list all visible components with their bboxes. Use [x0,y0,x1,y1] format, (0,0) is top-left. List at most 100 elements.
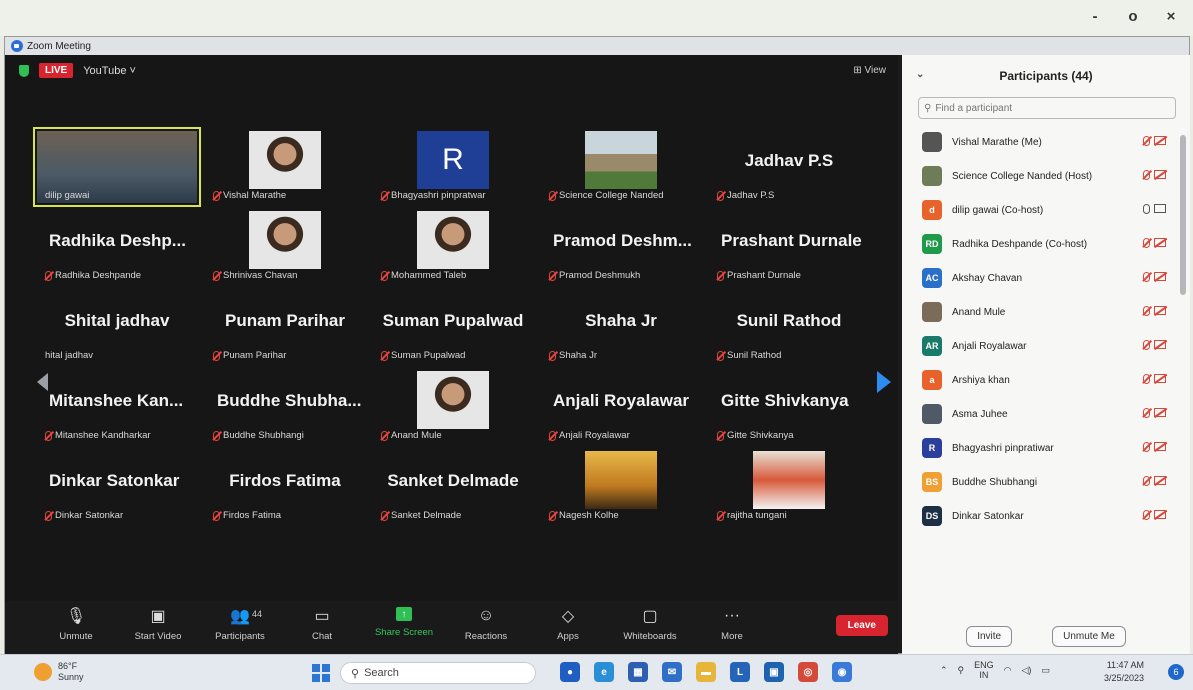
participants-button[interactable]: 👥 44 Participants [199,607,281,642]
language-indicator[interactable]: ENG IN [974,660,994,680]
video-tile[interactable]: Suman Pupalwad Suman Pupalwad [369,287,537,367]
video-tile[interactable]: Shaha Jr Shaha Jr [537,287,705,367]
video-tile[interactable]: Anjali Royalawar Anjali Royalawar [537,367,705,447]
video-tile[interactable]: Radhika Deshp... Radhika Deshpande [33,207,201,287]
video-tile[interactable]: Mohammed Taleb [369,207,537,287]
camera-off-icon[interactable] [1154,136,1166,145]
video-tile[interactable]: Buddhe Shubha... Buddhe Shubhangi [201,367,369,447]
participant-row[interactable]: Asma Juhee [922,397,1190,431]
video-tile[interactable]: Shrinivas Chavan [201,207,369,287]
notification-badge[interactable]: 6 [1168,664,1184,680]
camera-off-icon[interactable] [1154,306,1166,315]
chat-button[interactable]: ▭ Chat [281,607,363,642]
video-tile[interactable]: rajitha tungani [705,447,873,527]
windows-start-icon[interactable] [312,664,330,682]
chrome-app-icon[interactable]: ◎ [798,662,818,682]
whiteboards-button[interactable]: ▢ Whiteboards [609,607,691,642]
video-tile[interactable]: dilip gawai [33,127,201,207]
participant-row[interactable]: AR Anjali Royalawar [922,329,1190,363]
more-button[interactable]: ··· More [691,607,773,642]
camera-off-icon[interactable] [1154,510,1166,519]
edge-app-icon[interactable]: e [594,662,614,682]
previous-page-arrow-icon[interactable] [37,373,48,391]
app-l-app-icon[interactable]: L [730,662,750,682]
video-tile[interactable]: Nagesh Kolhe [537,447,705,527]
video-tile[interactable]: Science College Nanded [537,127,705,207]
camera-off-icon[interactable] [1154,340,1166,349]
camera-off-icon[interactable] [1154,238,1166,247]
participant-row[interactable]: Vishal Marathe (Me) [922,125,1190,159]
camera-off-icon[interactable] [1154,374,1166,383]
participant-row[interactable]: BS Buddhe Shubhangi [922,465,1190,499]
muted-mic-icon[interactable] [1143,408,1150,418]
maximize-button[interactable]: o [1125,8,1141,25]
participant-row[interactable]: a Arshiya khan [922,363,1190,397]
video-tile[interactable]: Jadhav P.S Jadhav P.S [705,127,873,207]
participant-row[interactable]: d dilip gawai (Co-host) [922,193,1190,227]
view-button[interactable]: ⊞ View [853,65,886,76]
tray-overflow-chevron-icon[interactable]: ⌃ [940,665,948,676]
explorer-app-icon[interactable]: ▬ [696,662,716,682]
store-app-icon[interactable]: ▦ [628,662,648,682]
participant-search-input[interactable] [935,102,1156,114]
muted-mic-icon[interactable] [1143,340,1150,350]
muted-mic-icon[interactable] [1143,238,1150,248]
camera-icon[interactable] [1154,204,1166,213]
muted-mic-icon[interactable] [1143,306,1150,316]
muted-mic-icon[interactable] [1143,374,1150,384]
mic-icon[interactable] [1143,204,1150,214]
invite-button[interactable]: Invite [966,626,1013,647]
camera-off-icon[interactable] [1154,476,1166,485]
collapse-chevron-icon[interactable]: ⌄ [916,69,924,80]
participant-row[interactable]: Science College Nanded (Host) [922,159,1190,193]
weather-widget[interactable]: 86°F Sunny [34,661,84,683]
mail-app-icon[interactable]: ✉ [662,662,682,682]
video-tile[interactable]: Vishal Marathe [201,127,369,207]
volume-icon[interactable]: ◁) [1022,665,1032,676]
video-tile[interactable]: Prashant Durnale Prashant Durnale [705,207,873,287]
wifi-icon[interactable]: ◠ [1004,665,1012,676]
video-tile[interactable]: Shital jadhav hital jadhav [33,287,201,367]
video-tile[interactable]: Firdos Fatima Firdos Fatima [201,447,369,527]
tray-pin-icon[interactable]: ⚲ [958,665,965,676]
apps-button[interactable]: ◇ Apps [527,607,609,642]
video-tile[interactable]: Pramod Deshm... Pramod Deshmukh [537,207,705,287]
camera-off-icon[interactable] [1154,442,1166,451]
camera-off-icon[interactable] [1154,170,1166,179]
security-shield-icon[interactable] [19,64,29,77]
zoom-2-app-icon[interactable]: ◉ [832,662,852,682]
participant-search-box[interactable]: ⚲ [918,97,1176,119]
battery-icon[interactable]: ▭ [1041,665,1050,676]
app-chat-app-icon[interactable]: ▣ [764,662,784,682]
participant-list-scrollbar[interactable] [1180,135,1186,295]
next-page-arrow-icon[interactable] [877,371,891,393]
unmute-button[interactable]: 🎙 Unmute [35,607,117,642]
taskbar-clock[interactable]: 11:47 AM 3/25/2023 [1104,659,1144,685]
live-badge[interactable]: LIVE [39,63,74,78]
muted-mic-icon[interactable] [1143,442,1150,452]
leave-button[interactable]: Leave [835,615,888,636]
muted-mic-icon[interactable] [1143,510,1150,520]
video-tile[interactable]: Mitanshee Kan... Mitanshee Kandharkar [33,367,201,447]
video-tile[interactable]: Gitte Shivkanya Gitte Shivkanya [705,367,873,447]
video-tile[interactable]: Sanket Delmade Sanket Delmade [369,447,537,527]
camera-off-icon[interactable] [1154,272,1166,281]
participant-row[interactable]: Anand Mule [922,295,1190,329]
video-tile[interactable]: Dinkar Satonkar Dinkar Satonkar [33,447,201,527]
minimize-button[interactable]: - [1087,8,1103,25]
zoom-app-icon[interactable]: ● [560,662,580,682]
muted-mic-icon[interactable] [1143,272,1150,282]
video-tile[interactable]: Anand Mule [369,367,537,447]
stream-target-dropdown[interactable]: YouTube ˅ [83,65,136,77]
share-screen-button[interactable]: ↑ Share Screen [363,607,445,642]
participant-row[interactable]: DS Dinkar Satonkar [922,499,1190,533]
participant-row[interactable]: AC Akshay Chavan [922,261,1190,295]
taskbar-search[interactable]: ⚲ Search [340,662,536,684]
video-tile[interactable]: Punam Parihar Punam Parihar [201,287,369,367]
video-tile[interactable]: R Bhagyashri pinpratwar [369,127,537,207]
muted-mic-icon[interactable] [1143,476,1150,486]
unmute-me-button[interactable]: Unmute Me [1052,626,1126,647]
video-tile[interactable]: Sunil Rathod Sunil Rathod [705,287,873,367]
close-button[interactable]: × [1163,8,1179,25]
start-video-button[interactable]: ▣ Start Video [117,607,199,642]
